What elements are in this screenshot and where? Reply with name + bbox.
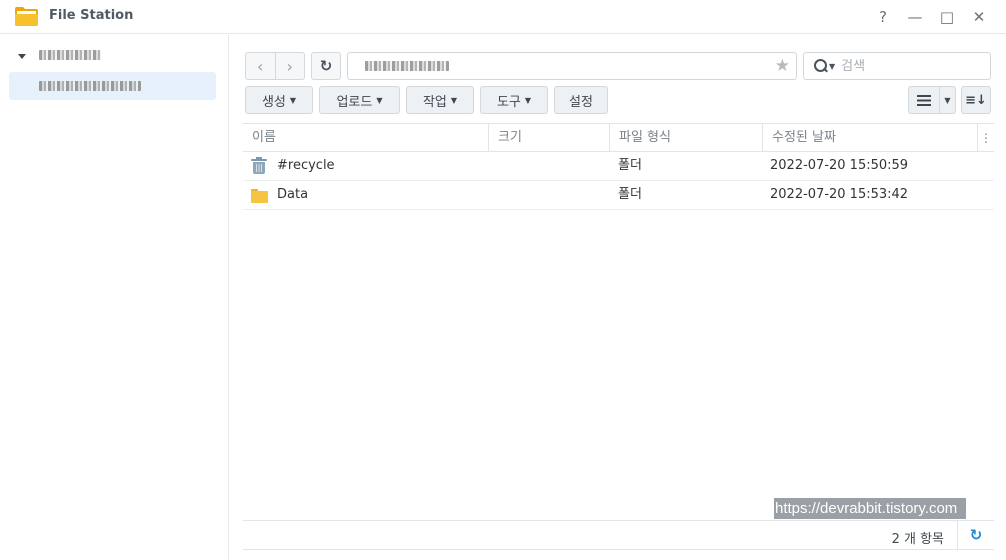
view-mode-group: ▼: [908, 86, 956, 114]
search-input[interactable]: [841, 58, 972, 74]
caret-down-icon: ▼: [376, 95, 383, 105]
title-bar: File Station ? — □ ✕: [0, 0, 1006, 34]
list-view-icon: [917, 94, 931, 106]
minimize-button[interactable]: —: [904, 6, 926, 28]
column-header-name[interactable]: 이름: [243, 124, 488, 152]
history-nav-group: ‹ ›: [245, 52, 305, 80]
file-station-app-icon: [15, 7, 38, 26]
item-count: 2 개 항목: [891, 532, 944, 547]
tree-child-label-blurred: [39, 81, 141, 91]
tools-button-label: 도구: [496, 94, 521, 110]
refresh-button[interactable]: ↻: [311, 52, 341, 80]
settings-button-label: 설정: [569, 94, 593, 110]
search-box[interactable]: ▼: [803, 52, 991, 80]
forward-button[interactable]: ›: [274, 53, 305, 79]
search-dropdown-caret-icon[interactable]: ▼: [829, 62, 835, 71]
column-header-type[interactable]: 파일 형식: [609, 124, 762, 152]
help-button[interactable]: ?: [872, 6, 894, 28]
file-name: #recycle: [277, 158, 335, 173]
caret-down-icon: ▼: [524, 95, 532, 105]
sidebar-tree: [0, 35, 229, 560]
recycle-bin-icon: [251, 157, 267, 174]
create-button[interactable]: 생성 ▼: [245, 86, 313, 114]
column-header-size[interactable]: 크기: [488, 124, 609, 152]
status-bar: 2 개 항목 ↻: [243, 520, 994, 550]
path-field[interactable]: ★: [347, 52, 797, 80]
table-row[interactable]: #recycle 폴더 2022-07-20 15:50:59: [243, 152, 994, 181]
file-list: 이름 크기 파일 형식 수정된 날짜 ⋮ #recycle 폴더 2022-07…: [243, 123, 994, 210]
upload-button[interactable]: 업로드 ▼: [319, 86, 400, 114]
watermark-text: https://devrabbit.tistory.com: [774, 498, 966, 519]
app-title: File Station: [49, 8, 134, 23]
back-button[interactable]: ‹: [246, 53, 275, 79]
file-modified: 2022-07-20 15:50:59: [770, 158, 909, 173]
file-type: 폴더: [618, 187, 642, 202]
star-favorite-icon[interactable]: ★: [775, 56, 790, 76]
tree-root-label-blurred: [39, 50, 101, 60]
table-header: 이름 크기 파일 형식 수정된 날짜 ⋮: [243, 123, 994, 152]
table-row[interactable]: Data 폴더 2022-07-20 15:53:42: [243, 181, 994, 210]
view-dropdown-caret-icon[interactable]: ▼: [940, 87, 955, 113]
sort-button[interactable]: ≡↓: [961, 86, 991, 114]
upload-button-label: 업로드: [336, 94, 373, 110]
list-view-button[interactable]: [909, 87, 940, 113]
caret-down-icon: ▼: [289, 95, 297, 105]
expand-caret-icon[interactable]: [18, 53, 26, 59]
tools-button[interactable]: 도구 ▼: [480, 86, 548, 114]
tree-root-node[interactable]: [18, 47, 101, 63]
file-type: 폴더: [618, 158, 642, 173]
status-refresh-button[interactable]: ↻: [957, 521, 994, 549]
column-menu-icon[interactable]: ⋮: [977, 124, 994, 152]
action-button[interactable]: 작업 ▼: [406, 86, 474, 114]
caret-down-icon: ▼: [450, 95, 458, 105]
file-modified: 2022-07-20 15:53:42: [770, 187, 909, 202]
tree-shared-folder-selected[interactable]: [9, 72, 216, 100]
search-icon[interactable]: [814, 59, 828, 73]
action-button-label: 작업: [422, 94, 447, 110]
file-name: Data: [277, 187, 309, 202]
create-button-label: 생성: [261, 94, 286, 110]
column-header-modified[interactable]: 수정된 날짜: [762, 124, 977, 152]
folder-icon: [251, 187, 268, 203]
close-button[interactable]: ✕: [968, 6, 990, 28]
settings-button[interactable]: 설정: [554, 86, 608, 114]
maximize-button[interactable]: □: [936, 6, 958, 28]
path-text-blurred: [365, 61, 449, 71]
